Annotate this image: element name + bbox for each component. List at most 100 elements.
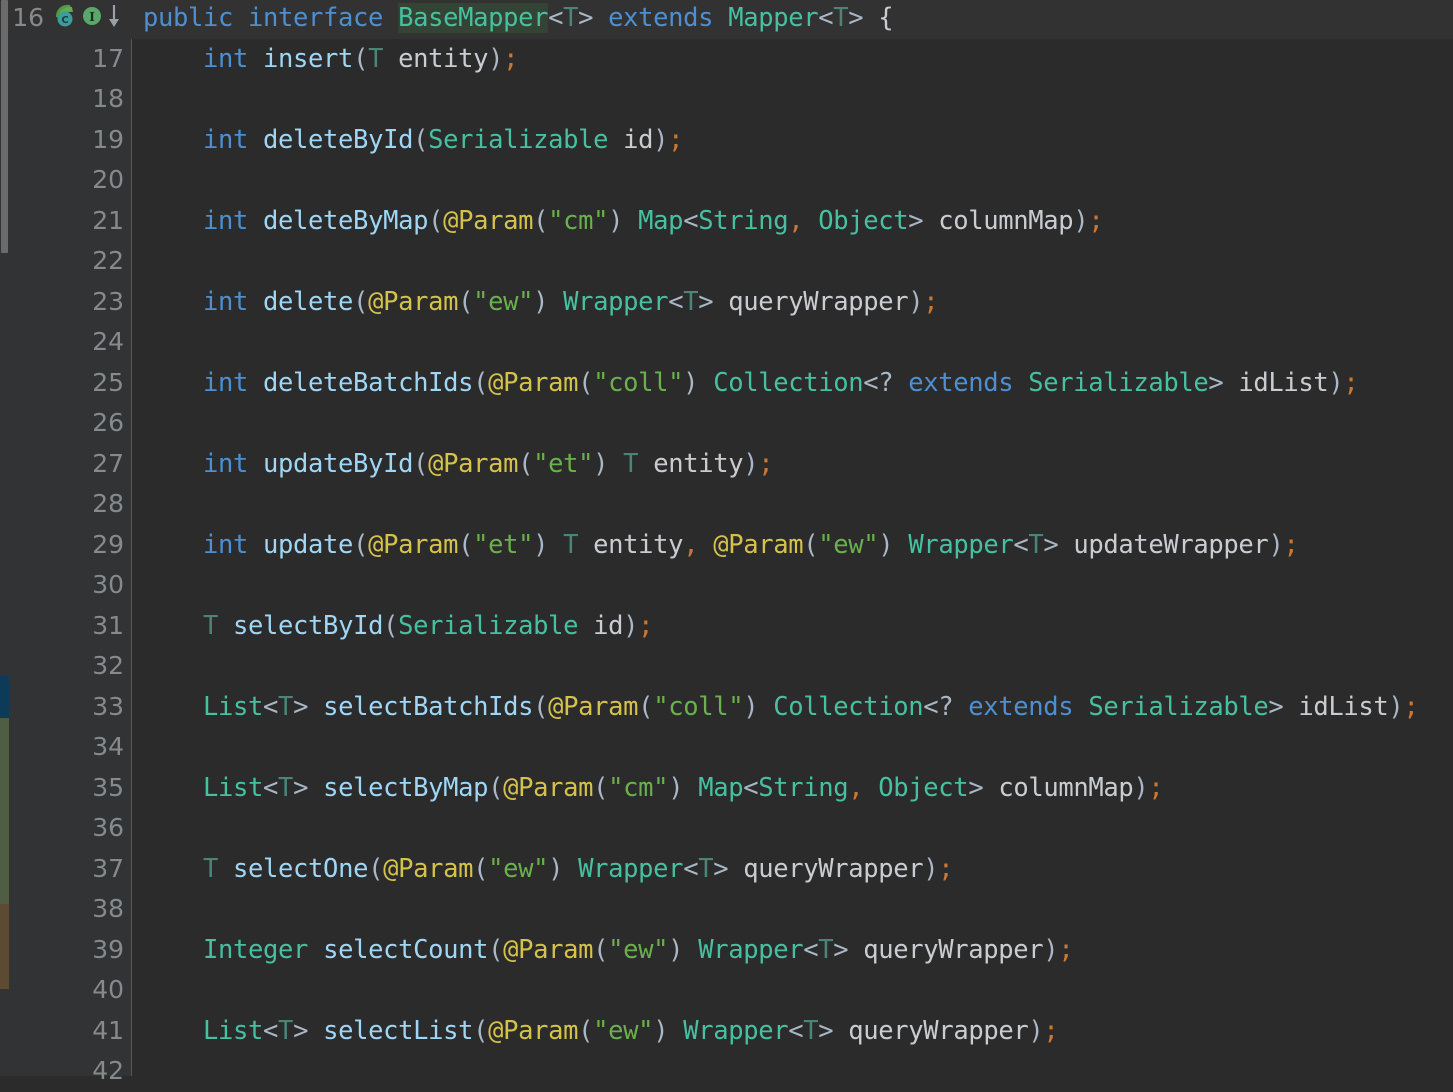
code-line-23[interactable]: int delete(@Param("ew") Wrapper<T> query… [132, 282, 1453, 323]
gutter-line-18[interactable]: 18 [9, 79, 132, 120]
line-number: 34 [92, 732, 124, 762]
code-line-35[interactable]: List<T> selectByMap(@Param("cm") Map<Str… [132, 768, 1453, 809]
code-token: ( [638, 691, 654, 722]
gutter-icon-group[interactable]: CI [52, 3, 122, 33]
gutter-line-17[interactable]: 17 [9, 39, 132, 80]
gutter-line-42[interactable]: 42 [9, 1051, 132, 1092]
code-line-26[interactable] [132, 403, 1453, 444]
code-token: < [683, 853, 699, 884]
code-line-39[interactable]: Integer selectCount(@Param("ew") Wrapper… [132, 930, 1453, 971]
code-line-28[interactable] [132, 484, 1453, 525]
code-token: ; [758, 448, 774, 479]
code-line-41[interactable]: List<T> selectList(@Param("ew") Wrapper<… [132, 1011, 1453, 1052]
gutter-line-30[interactable]: 30 [9, 565, 132, 606]
gutter-line-23[interactable]: 23 [9, 282, 132, 323]
code-token: entity [578, 529, 684, 560]
code-token: "coll" [653, 691, 744, 722]
gutter-line-25[interactable]: 25 [9, 363, 132, 404]
code-line-31[interactable]: T selectById(Serializable id); [132, 606, 1453, 647]
code-token: @Param [488, 1015, 579, 1046]
code-token: int [203, 529, 249, 560]
code-token: @Param [548, 691, 639, 722]
gutter-line-20[interactable]: 20 [9, 160, 132, 201]
gutter-line-19[interactable]: 19 [9, 120, 132, 161]
code-line-32[interactable] [132, 646, 1453, 687]
code-line-24[interactable] [132, 322, 1453, 363]
gutter-line-22[interactable]: 22 [9, 241, 132, 282]
code-editor[interactable]: 16 C I 17 18 19 20 21 22 23 24 25 26 27 28 29 30 31 32 33 34… [0, 0, 1453, 1085]
gutter-line-33[interactable]: 33 [9, 687, 132, 728]
code-line-34[interactable] [132, 727, 1453, 768]
gutter-line-26[interactable]: 26 [9, 403, 132, 444]
gutter-line-35[interactable]: 35 [9, 768, 132, 809]
code-token: id [578, 610, 624, 641]
editor-scrollbar-thumb[interactable] [1, 0, 8, 253]
code-line-18[interactable] [132, 79, 1453, 120]
vcs-change-marker-deleted[interactable] [0, 904, 9, 989]
gutter-line-34[interactable]: 34 [9, 727, 132, 768]
code-token: ) [743, 691, 759, 722]
code-token: ) [608, 205, 624, 236]
code-line-27[interactable]: int updateById(@Param("et") T entity); [132, 444, 1453, 485]
code-line-42[interactable] [132, 1051, 1453, 1076]
code-line-19[interactable]: int deleteById(Serializable id); [132, 120, 1453, 161]
implemented-by-interface-icon[interactable]: I [80, 3, 104, 33]
code-token: ; [923, 286, 939, 317]
line-number: 17 [92, 43, 124, 73]
code-token: List [203, 691, 264, 722]
code-line-16[interactable]: public interface BaseMapper<T> extends M… [132, 0, 1453, 39]
code-line-37[interactable]: T selectOne(@Param("ew") Wrapper<T> quer… [132, 849, 1453, 890]
gutter-line-28[interactable]: 28 [9, 484, 132, 525]
code-token: ; [668, 124, 684, 155]
code-token: Integer [203, 934, 309, 965]
gutter-line-32[interactable]: 32 [9, 646, 132, 687]
code-token: ; [1148, 772, 1164, 803]
code-line-36[interactable] [132, 808, 1453, 849]
code-line-22[interactable] [132, 241, 1453, 282]
gutter-line-39[interactable]: 39 [9, 930, 132, 971]
code-line-21[interactable]: int deleteByMap(@Param("cm") Map<String,… [132, 201, 1453, 242]
gutter-line-16[interactable]: 16 C I [9, 0, 132, 39]
code-token: ( [803, 529, 819, 560]
code-line-17[interactable]: int insert(T entity); [132, 39, 1453, 80]
vcs-change-marker-added[interactable] [0, 718, 9, 904]
implemented-by-class-icon[interactable]: C [52, 3, 78, 33]
implementing-arrow-icon[interactable] [106, 3, 122, 33]
gutter-line-24[interactable]: 24 [9, 322, 132, 363]
code-line-20[interactable] [132, 160, 1453, 201]
code-token: ) [1028, 1015, 1044, 1046]
code-line-25[interactable]: int deleteBatchIds(@Param("coll") Collec… [132, 363, 1453, 404]
gutter-line-38[interactable]: 38 [9, 889, 132, 930]
code-token: ( [353, 286, 369, 317]
code-line-40[interactable] [132, 970, 1453, 1011]
editor-gutter[interactable]: 16 C I 17 18 19 20 21 22 23 24 25 26 27 28 29 30 31 32 33 34… [9, 0, 132, 1085]
code-line-content: int deleteById(Serializable id); [132, 120, 684, 161]
gutter-line-37[interactable]: 37 [9, 849, 132, 890]
editor-marker-strip[interactable] [0, 0, 9, 1076]
gutter-line-27[interactable]: 27 [9, 444, 132, 485]
code-line-33[interactable]: List<T> selectBatchIds(@Param("coll") Co… [132, 687, 1453, 728]
code-line-38[interactable] [132, 889, 1453, 930]
vcs-change-marker-modified[interactable] [0, 676, 9, 718]
gutter-line-41[interactable]: 41 [9, 1011, 132, 1052]
line-number: 37 [92, 853, 124, 883]
code-line-29[interactable]: int update(@Param("et") T entity, @Param… [132, 525, 1453, 566]
editor-code-area[interactable]: public interface BaseMapper<T> extends M… [132, 0, 1453, 1076]
gutter-line-36[interactable]: 36 [9, 808, 132, 849]
gutter-line-29[interactable]: 29 [9, 525, 132, 566]
code-token: idList [1283, 691, 1389, 722]
code-token: > [1043, 529, 1059, 560]
code-token: public [143, 3, 234, 33]
gutter-line-21[interactable]: 21 [9, 201, 132, 242]
code-token: ) [593, 448, 609, 479]
code-token: ( [518, 448, 534, 479]
code-token: ( [428, 205, 444, 236]
gutter-line-40[interactable]: 40 [9, 970, 132, 1011]
code-line-30[interactable] [132, 565, 1453, 606]
line-number: 38 [92, 894, 124, 924]
gutter-line-31[interactable]: 31 [9, 606, 132, 647]
code-token: ) [1388, 691, 1404, 722]
line-number: 29 [92, 529, 124, 559]
